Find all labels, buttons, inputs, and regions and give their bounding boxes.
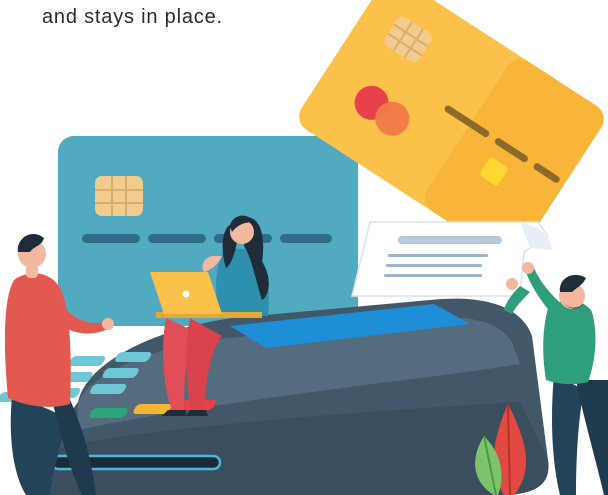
receipt — [351, 221, 552, 297]
illustration-canvas: and stays in place. — [0, 0, 608, 495]
blue-card-chip — [95, 176, 143, 216]
payment-illustration — [0, 0, 608, 495]
